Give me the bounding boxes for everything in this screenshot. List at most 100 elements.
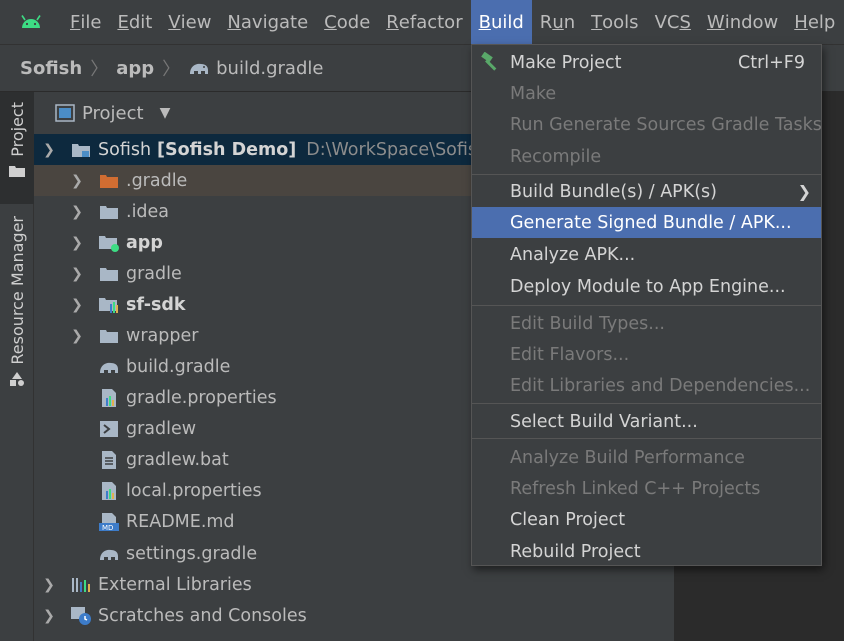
gradle-elephant-icon <box>188 58 210 78</box>
menu-edit-libraries: Edit Libraries and Dependencies... <box>472 370 821 401</box>
menu-refresh-cpp-projects: Refresh Linked C++ Projects <box>472 473 821 504</box>
menu-clean-project[interactable]: Clean Project <box>472 504 821 535</box>
breadcrumb-separator-icon: 〉 <box>162 59 181 80</box>
folder-orange-icon <box>98 171 120 191</box>
menu-code[interactable]: Code <box>316 0 378 44</box>
build-menu-dropdown: Make Project Ctrl+F9 Make Run Generate S… <box>471 44 822 566</box>
resource-manager-tab-label: Resource Manager <box>7 216 27 365</box>
library-module-icon <box>98 295 120 315</box>
project-view-icon <box>54 103 76 123</box>
tree-item-label: settings.gradle <box>126 543 258 564</box>
tree-item-label: local.properties <box>126 480 262 501</box>
properties-file-icon <box>98 481 120 501</box>
project-view-label: Project <box>82 102 144 124</box>
chevron-right-icon[interactable]: ❯ <box>70 173 84 189</box>
breadcrumb-project[interactable]: Sofish <box>20 58 82 79</box>
chevron-right-icon[interactable]: ❯ <box>42 608 56 624</box>
menu-navigate[interactable]: Navigate <box>219 0 316 44</box>
tree-item-label: gradle <box>126 263 182 284</box>
tree-item-external-libraries[interactable]: ❯ External Libraries <box>34 569 674 600</box>
android-logo-icon <box>0 0 62 44</box>
chevron-right-icon[interactable]: ❯ <box>70 328 84 344</box>
folder-icon <box>98 202 120 222</box>
tree-item-label: build.gradle <box>126 356 231 377</box>
menu-item-label: Make Project <box>510 52 622 73</box>
menu-analyze-apk[interactable]: Analyze APK... <box>472 239 821 270</box>
project-tool-tab[interactable]: Project <box>0 92 34 204</box>
menu-analyze-build-performance: Analyze Build Performance <box>472 442 821 473</box>
breadcrumb-module[interactable]: app <box>116 58 154 79</box>
menu-select-build-variant[interactable]: Select Build Variant... <box>472 406 821 437</box>
menu-recompile: Recompile <box>472 141 821 172</box>
breadcrumb-file[interactable]: build.gradle <box>188 58 323 79</box>
breadcrumb-separator-icon: 〉 <box>90 59 109 80</box>
menu-item-label: Deploy Module to App Engine... <box>510 276 786 297</box>
hammer-icon <box>480 51 502 77</box>
submenu-arrow-icon: ❯ <box>797 182 811 201</box>
menu-separator <box>472 305 821 306</box>
menu-refactor[interactable]: Refactor <box>378 0 470 44</box>
menu-separator <box>472 438 821 439</box>
tree-item-label: gradlew.bat <box>126 449 229 470</box>
menu-edit[interactable]: Edit <box>109 0 160 44</box>
properties-file-icon <box>98 388 120 408</box>
folder-icon <box>8 163 26 183</box>
shell-script-icon <box>98 419 120 439</box>
chevron-down-icon[interactable]: ▼ <box>160 105 171 121</box>
tree-item-label: External Libraries <box>98 574 252 595</box>
menu-item-label: Recompile <box>510 146 602 167</box>
tree-item-label: gradle.properties <box>126 387 277 408</box>
menu-run-generate-sources: Run Generate Sources Gradle Tasks <box>472 109 822 140</box>
gradle-elephant-icon <box>98 357 120 377</box>
menu-run[interactable]: Run <box>532 0 583 44</box>
root-module-label: [Sofish Demo] <box>157 139 297 160</box>
tree-item-label: .idea <box>126 201 170 222</box>
menu-build-bundles-apks[interactable]: Build Bundle(s) / APK(s) ❯ <box>472 176 821 207</box>
menu-help[interactable]: Help <box>786 0 843 44</box>
resource-manager-tool-tab[interactable]: Resource Manager <box>0 216 34 406</box>
tree-item-label: wrapper <box>126 325 199 346</box>
menu-item-label: Build Bundle(s) / APK(s) <box>510 181 717 202</box>
chevron-right-icon[interactable]: ❯ <box>70 266 84 282</box>
menu-item-label: Edit Flavors... <box>510 344 630 365</box>
menu-item-label: Run Generate Sources Gradle Tasks <box>510 114 822 135</box>
menu-item-label: Analyze Build Performance <box>510 447 745 468</box>
menu-deploy-module[interactable]: Deploy Module to App Engine... <box>472 271 821 302</box>
scratches-icon <box>70 606 92 626</box>
tree-item-scratches[interactable]: ❯ Scratches and Consoles <box>34 600 674 631</box>
menu-separator <box>472 174 821 175</box>
menu-separator <box>472 403 821 404</box>
root-name: Sofish <box>98 139 152 160</box>
menu-item-label: Analyze APK... <box>510 244 636 265</box>
menu-vcs[interactable]: VC S <box>647 0 699 44</box>
menu-make: Make <box>472 78 821 109</box>
tree-item-label: .gradle <box>126 170 188 191</box>
menu-generate-signed-bundle[interactable]: Generate Signed Bundle / APK... <box>472 207 821 238</box>
menu-item-label: Generate Signed Bundle / APK... <box>510 212 792 233</box>
menu-window[interactable]: Window <box>699 0 786 44</box>
menu-item-label: Refresh Linked C++ Projects <box>510 478 761 499</box>
menu-item-label: Make <box>510 83 557 104</box>
menu-make-project[interactable]: Make Project Ctrl+F9 <box>472 47 821 78</box>
folder-icon <box>98 326 120 346</box>
chevron-down-icon[interactable]: ❯ <box>42 142 56 158</box>
tree-item-label: gradlew <box>126 418 197 439</box>
tree-item-label: app <box>126 232 163 253</box>
menu-rebuild-project[interactable]: Rebuild Project <box>472 536 821 567</box>
menu-file[interactable]: File <box>62 0 109 44</box>
menu-build[interactable]: Build <box>470 0 532 44</box>
menu-tools[interactable]: Tools <box>583 0 646 44</box>
tool-window-strip: Project Resource Manager <box>0 92 34 641</box>
markdown-file-icon: MD <box>98 512 120 532</box>
gradle-elephant-icon <box>98 544 120 564</box>
chevron-right-icon[interactable]: ❯ <box>70 204 84 220</box>
menu-item-shortcut: Ctrl+F9 <box>737 52 805 73</box>
chevron-right-icon[interactable]: ❯ <box>70 235 84 251</box>
chevron-right-icon[interactable]: ❯ <box>42 577 56 593</box>
menu-view[interactable]: View <box>160 0 219 44</box>
menu-edit-build-types: Edit Build Types... <box>472 308 821 339</box>
tree-item-label: sf-sdk <box>126 294 186 315</box>
menu-item-label: Clean Project <box>510 509 626 530</box>
breadcrumb-file-label: build.gradle <box>216 57 324 79</box>
chevron-right-icon[interactable]: ❯ <box>70 297 84 313</box>
